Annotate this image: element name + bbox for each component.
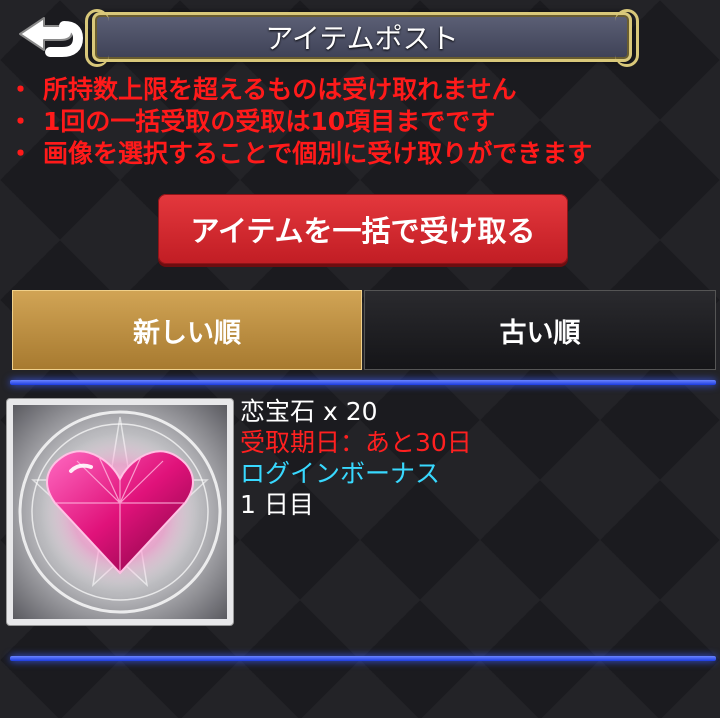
back-button[interactable]	[14, 12, 90, 62]
notice-item: ・所持数上限を超えるものは受け取れません	[8, 74, 592, 106]
tab-sort-newest[interactable]: 新しい順	[12, 290, 362, 370]
notice-bullet: ・	[8, 75, 34, 104]
notice-bullet: ・	[8, 107, 34, 136]
item-details: 恋宝石 x 20 受取期日：あと30日 ログインボーナス 1 日目	[240, 396, 472, 520]
notice-text: 画像を選択することで個別に受け取りができます	[43, 139, 593, 168]
title-bar: アイテムポスト	[85, 9, 639, 67]
item-source: ログインボーナス	[240, 459, 441, 488]
item-image	[13, 405, 227, 619]
back-arrow-icon	[19, 17, 84, 57]
tab-sort-oldest[interactable]: 古い順	[364, 290, 716, 370]
divider	[10, 656, 716, 661]
notice-bullet: ・	[8, 139, 34, 168]
heart-gem-icon	[18, 410, 222, 614]
notice-text: 所持数上限を超えるものは受け取れません	[43, 75, 517, 104]
notice-item: ・ 1回の一括受取の受取は10項目までです	[8, 106, 592, 138]
item-expiry: 受取期日：あと30日	[240, 428, 472, 457]
item-day: 1 日目	[240, 490, 314, 519]
page-title: アイテムポスト	[265, 22, 459, 55]
divider	[10, 380, 716, 385]
notice-text: 1回の一括受取の受取は10項目までです	[43, 107, 496, 136]
notice-item: ・画像を選択することで個別に受け取りができます	[8, 138, 592, 170]
item-name: 恋宝石 x 20	[240, 397, 378, 426]
notice-list: ・所持数上限を超えるものは受け取れません ・ 1回の一括受取の受取は10項目までで…	[8, 74, 592, 170]
item-thumbnail[interactable]	[6, 398, 234, 626]
claim-all-button[interactable]: アイテムを一括で受け取る	[158, 194, 568, 264]
